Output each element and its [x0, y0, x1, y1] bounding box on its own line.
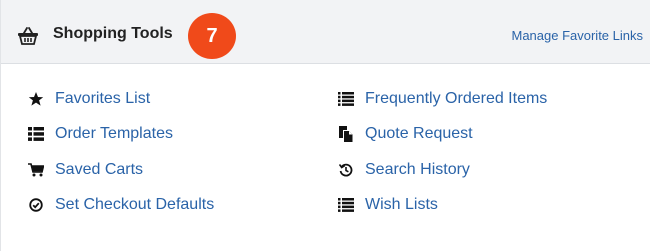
frequently-ordered-items-link[interactable]: Frequently Ordered Items — [337, 90, 547, 108]
notification-badge: 7 — [188, 13, 236, 59]
link-label: Set Checkout Defaults — [55, 196, 215, 213]
search-history-link[interactable]: Search History — [337, 161, 470, 179]
cart-icon — [27, 162, 45, 178]
link-label: Wish Lists — [365, 196, 438, 213]
manage-favorite-links-link[interactable]: Manage Favorite Links — [511, 28, 643, 43]
link-label: Frequently Ordered Items — [365, 90, 548, 107]
panel-header: Shopping Tools 7 Manage Favorite Links — [1, 0, 650, 64]
history-icon — [337, 162, 355, 178]
basket-icon — [17, 27, 39, 45]
star-icon — [27, 91, 45, 107]
panel-title: Shopping Tools — [53, 25, 173, 42]
order-templates-link[interactable]: Order Templates — [27, 125, 173, 143]
link-label: Order Templates — [55, 125, 173, 142]
wish-lists-link[interactable]: Wish Lists — [337, 196, 438, 214]
favorites-list-link[interactable]: Favorites List — [27, 90, 150, 108]
list-icon — [337, 91, 355, 107]
check-circle-icon — [27, 197, 45, 213]
link-label: Search History — [365, 161, 470, 178]
saved-carts-link[interactable]: Saved Carts — [27, 161, 143, 179]
link-label: Favorites List — [55, 90, 151, 107]
shopping-tools-panel: Shopping Tools 7 Manage Favorite Links F… — [0, 0, 650, 251]
link-label: Quote Request — [365, 125, 473, 142]
link-label: Saved Carts — [55, 161, 144, 178]
copy-document-icon — [337, 126, 355, 142]
list-icon — [27, 126, 45, 142]
set-checkout-defaults-link[interactable]: Set Checkout Defaults — [27, 196, 214, 214]
list-icon — [337, 197, 355, 213]
quote-request-link[interactable]: Quote Request — [337, 125, 473, 143]
